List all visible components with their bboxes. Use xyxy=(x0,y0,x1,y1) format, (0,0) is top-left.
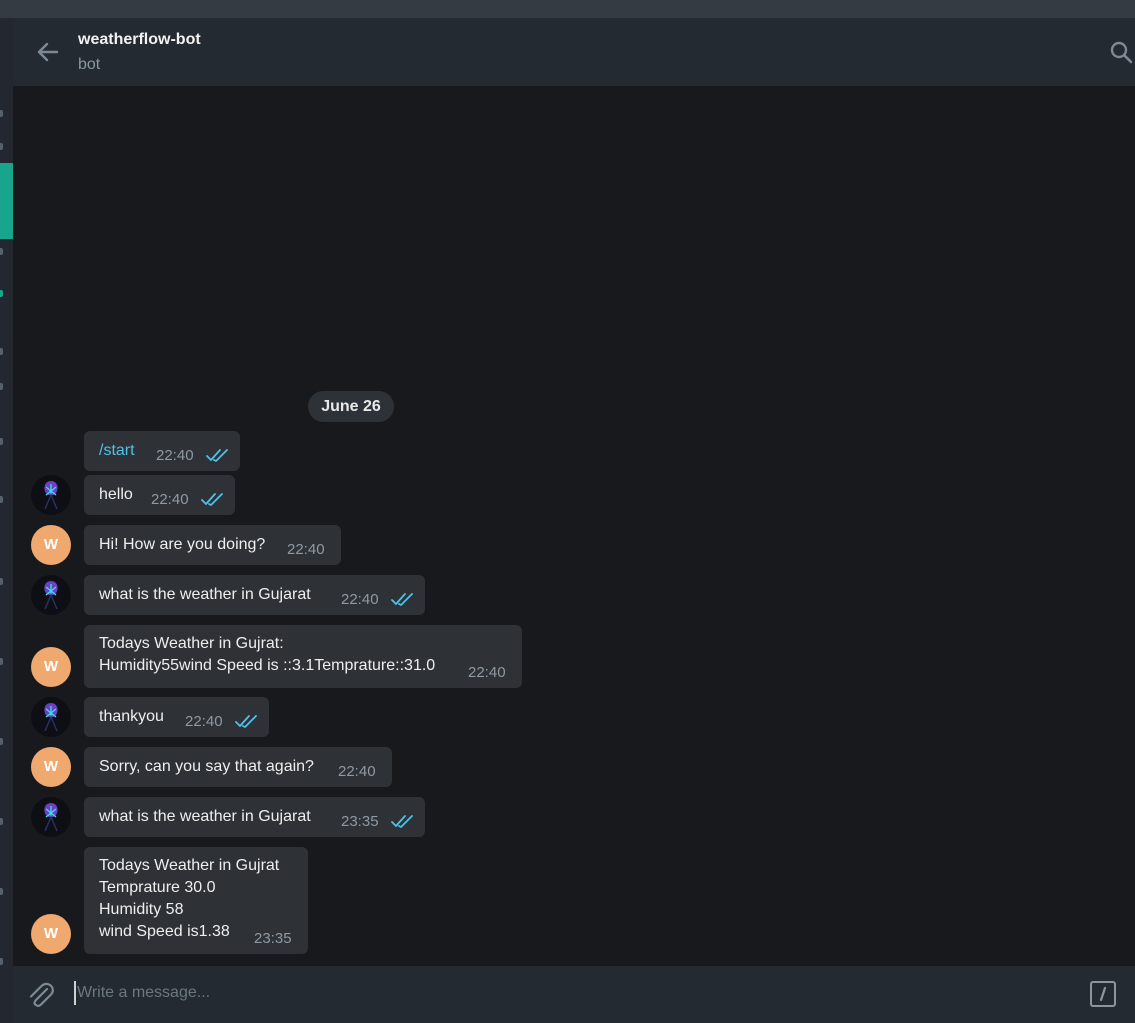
message-time: 22:40 xyxy=(338,763,376,780)
active-chat-indicator xyxy=(0,163,13,239)
message-time: 22:40 xyxy=(341,591,379,608)
user-avatar[interactable] xyxy=(31,475,71,515)
window-top-strip xyxy=(0,0,1135,18)
chat-header: weatherflow-bot bot xyxy=(13,18,1135,86)
message-bubble[interactable]: what is the weather in Gujarat 22:40 xyxy=(84,575,425,615)
search-icon[interactable] xyxy=(1109,40,1135,66)
sidebar-marker xyxy=(0,143,3,150)
user-avatar[interactable] xyxy=(31,797,71,837)
message-time: 22:40 xyxy=(287,541,325,558)
bot-avatar[interactable]: W xyxy=(31,914,71,954)
chat-subtitle: bot xyxy=(78,56,101,73)
message-bubble[interactable]: Todays Weather in Gujrat Temprature 30.0… xyxy=(84,847,308,954)
double-check-icon xyxy=(391,815,413,828)
bot-avatar[interactable]: W xyxy=(31,747,71,787)
message-bubble[interactable]: hello 22:40 xyxy=(84,475,235,515)
date-separator: June 26 xyxy=(308,391,394,422)
message-time: 22:40 xyxy=(468,664,506,681)
text-cursor xyxy=(74,981,76,1005)
message-history[interactable]: June 26 /start 22:40 hello 22:40 W Hi! H… xyxy=(13,86,1135,966)
chat-list-sidebar-collapsed[interactable] xyxy=(0,18,13,1023)
user-avatar[interactable] xyxy=(31,697,71,737)
message-bubble[interactable]: Hi! How are you doing? 22:40 xyxy=(84,525,341,565)
sidebar-marker xyxy=(0,383,3,390)
sidebar-marker xyxy=(0,888,3,895)
user-avatar[interactable] xyxy=(31,575,71,615)
double-check-icon xyxy=(391,593,413,606)
sidebar-marker xyxy=(0,248,3,255)
bot-avatar[interactable]: W xyxy=(31,525,71,565)
message-bubble[interactable]: thankyou 22:40 xyxy=(84,697,269,737)
double-check-icon xyxy=(201,493,223,506)
message-time: 23:35 xyxy=(341,813,379,830)
sidebar-marker xyxy=(0,958,3,965)
message-bubble[interactable]: /start 22:40 xyxy=(84,431,240,471)
sidebar-marker xyxy=(0,578,3,585)
sidebar-marker xyxy=(0,658,3,665)
paperclip-icon[interactable] xyxy=(26,980,56,1010)
sidebar-marker xyxy=(0,438,3,445)
message-composer xyxy=(13,966,1135,1023)
chat-title[interactable]: weatherflow-bot xyxy=(78,31,201,49)
message-time: 22:40 xyxy=(151,491,189,508)
message-bubble[interactable]: Todays Weather in Gujrat: Humidity55wind… xyxy=(84,625,522,688)
message-text[interactable]: Todays Weather in Gujrat: Humidity55wind… xyxy=(99,633,507,677)
sidebar-marker xyxy=(0,290,3,297)
sidebar-marker xyxy=(0,348,3,355)
message-bubble[interactable]: what is the weather in Gujarat 23:35 xyxy=(84,797,425,837)
sidebar-marker xyxy=(0,738,3,745)
message-text[interactable]: thankyou xyxy=(99,706,254,728)
message-time: 22:40 xyxy=(156,447,194,464)
double-check-icon xyxy=(206,449,228,462)
message-input[interactable] xyxy=(77,978,977,1008)
double-check-icon xyxy=(235,715,257,728)
sidebar-marker xyxy=(0,818,3,825)
bot-command-icon[interactable] xyxy=(1090,981,1116,1007)
message-time: 22:40 xyxy=(185,713,223,730)
back-arrow-icon[interactable] xyxy=(35,39,61,65)
message-text[interactable]: Sorry, can you say that again? xyxy=(99,756,377,778)
bot-avatar[interactable]: W xyxy=(31,647,71,687)
sidebar-marker xyxy=(0,110,3,117)
message-bubble[interactable]: Sorry, can you say that again? 22:40 xyxy=(84,747,392,787)
message-time: 23:35 xyxy=(254,930,292,947)
sidebar-marker xyxy=(0,496,3,503)
